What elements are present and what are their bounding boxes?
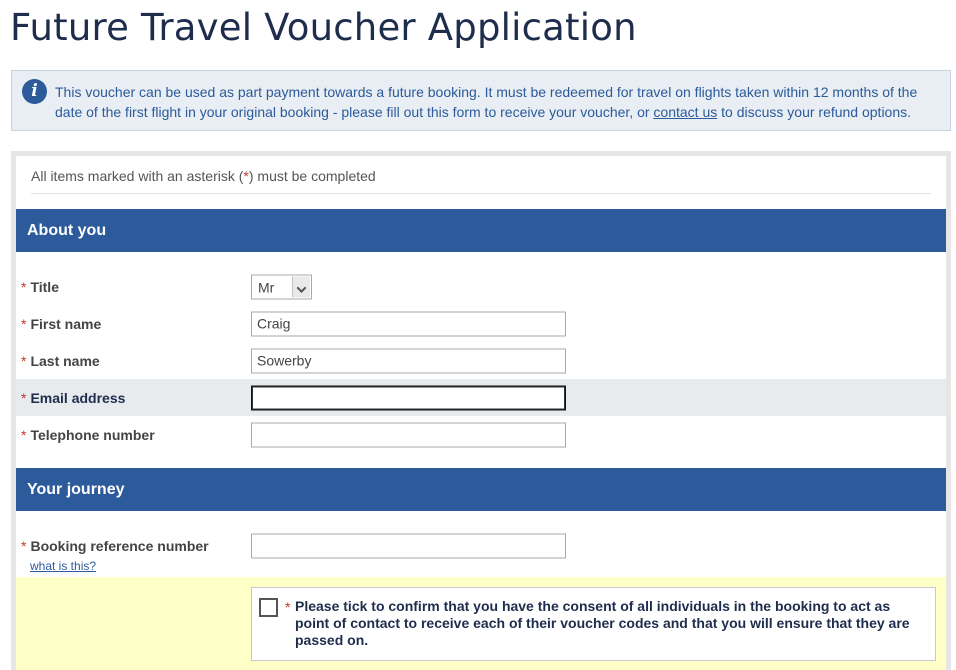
- about-you-heading: About you: [16, 209, 946, 252]
- title-label: * Title: [21, 279, 59, 295]
- required-asterisk: *: [285, 599, 291, 615]
- info-text: This voucher can be used as part payment…: [55, 82, 940, 122]
- divider: [31, 193, 931, 194]
- page-title: Future Travel Voucher Application: [10, 6, 637, 49]
- phone-field[interactable]: [251, 422, 566, 447]
- required-note-end: ) must be completed: [248, 168, 376, 184]
- info-text-end: to discuss your refund options.: [717, 104, 912, 120]
- consent-text: Please tick to confirm that you have the…: [295, 598, 910, 648]
- title-row: * Title Mr: [16, 268, 946, 305]
- phone-label-text: Telephone number: [30, 426, 155, 443]
- booking-ref-field[interactable]: [251, 533, 566, 558]
- booking-ref-label-text: Booking reference number: [30, 537, 209, 554]
- required-asterisk: *: [21, 278, 27, 295]
- last-name-row: * Last name: [16, 342, 946, 379]
- what-is-this-link[interactable]: what is this?: [30, 559, 96, 573]
- consent-checkbox[interactable]: [259, 598, 278, 617]
- last-name-label-text: Last name: [30, 352, 100, 369]
- title-label-text: Title: [30, 278, 59, 295]
- your-journey-heading: Your journey: [16, 468, 946, 511]
- title-select[interactable]: Mr: [251, 274, 312, 299]
- first-name-row: * First name: [16, 305, 946, 342]
- required-note-start: All items marked with an asterisk (: [31, 168, 244, 184]
- email-field[interactable]: [251, 385, 566, 410]
- phone-row: * Telephone number: [16, 416, 946, 453]
- contact-us-link[interactable]: contact us: [653, 104, 717, 120]
- email-row: * Email address: [16, 379, 946, 416]
- required-asterisk: *: [21, 352, 27, 369]
- required-asterisk: *: [21, 389, 27, 406]
- title-select-value: Mr: [258, 279, 275, 295]
- email-label: * Email address: [21, 390, 125, 406]
- required-asterisk: *: [21, 537, 27, 554]
- last-name-label: * Last name: [21, 353, 100, 369]
- first-name-field[interactable]: [251, 311, 566, 336]
- first-name-label: * First name: [21, 316, 101, 332]
- info-banner: i This voucher can be used as part payme…: [11, 70, 951, 131]
- last-name-field[interactable]: [251, 348, 566, 373]
- required-asterisk: *: [21, 315, 27, 332]
- phone-label: * Telephone number: [21, 427, 155, 443]
- first-name-label-text: First name: [30, 315, 102, 332]
- required-note: All items marked with an asterisk (*) mu…: [31, 168, 376, 184]
- info-icon: i: [22, 79, 47, 104]
- booking-ref-row: * Booking reference number: [16, 527, 946, 564]
- voucher-form: All items marked with an asterisk ( * ) mu…: [11, 151, 951, 670]
- booking-ref-label: * Booking reference number: [21, 538, 209, 554]
- chevron-down-icon: [292, 276, 310, 297]
- consent-section: * Please tick to confirm that you have t…: [16, 577, 946, 670]
- email-label-text: Email address: [30, 389, 126, 406]
- consent-box: * Please tick to confirm that you have t…: [251, 587, 936, 661]
- required-asterisk: *: [21, 426, 27, 443]
